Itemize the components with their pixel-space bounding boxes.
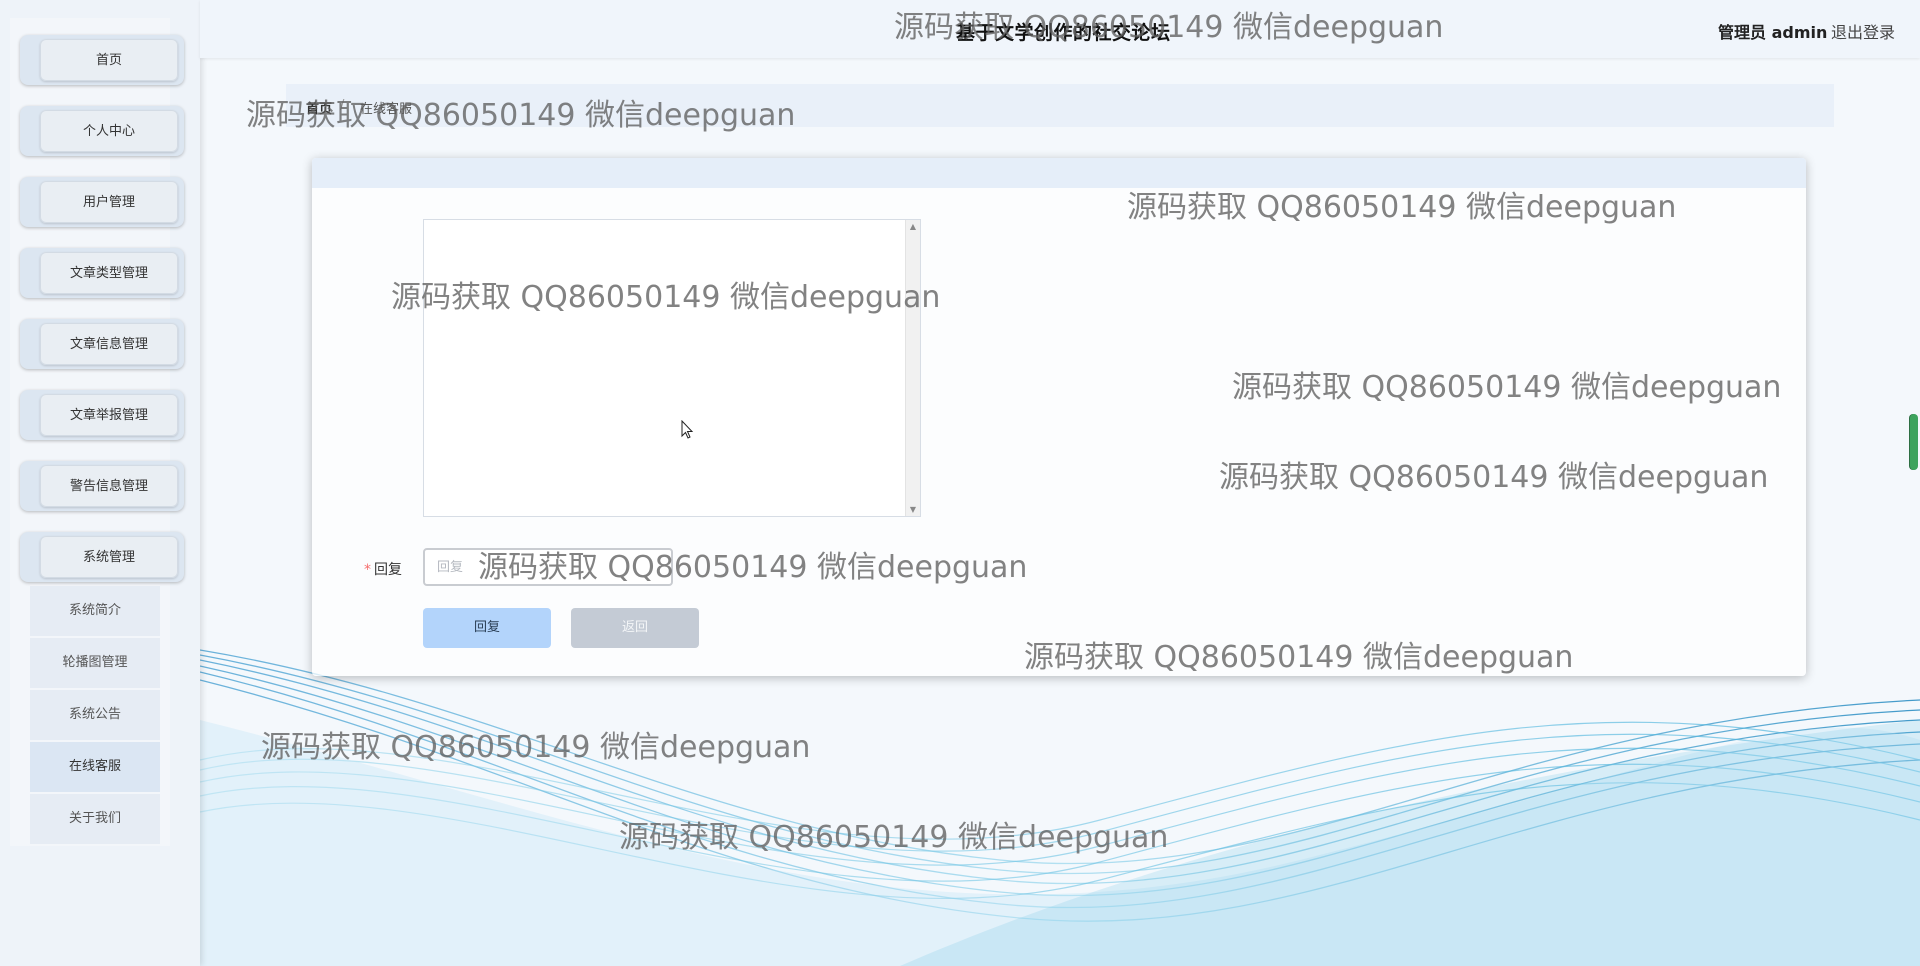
logout-link[interactable]: 退出登录	[1831, 19, 1895, 43]
sidebar-item-label: 文章举报管理	[40, 394, 178, 436]
sidebar-item-label: 文章信息管理	[40, 323, 178, 365]
submenu-item-carousel-management[interactable]: 轮播图管理	[30, 638, 160, 688]
reply-label-text: 回复	[374, 562, 402, 578]
sidebar-item-user-management[interactable]: 用户管理	[20, 177, 184, 227]
chat-scrollbar[interactable]: ▲ ▼	[905, 220, 920, 516]
sidebar-item-personal-center[interactable]: 个人中心	[20, 106, 184, 156]
back-button[interactable]: 返回	[571, 608, 699, 648]
reply-input[interactable]	[423, 548, 673, 586]
current-user-label: 管理员 admin	[1718, 23, 1828, 42]
scroll-down-arrow-icon[interactable]: ▼	[906, 505, 920, 514]
mouse-cursor-icon	[681, 420, 694, 439]
sidebar-item-label: 个人中心	[40, 110, 178, 152]
reply-field-label: * 回复	[364, 559, 402, 579]
breadcrumb-home[interactable]: 首页	[306, 98, 332, 117]
chat-history-box[interactable]: ▲ ▼	[423, 219, 921, 517]
submenu-item-about-us[interactable]: 关于我们	[30, 794, 160, 844]
sidebar-item-home[interactable]: 首页	[20, 35, 184, 85]
sidebar-item-label: 系统管理	[40, 536, 178, 578]
sidebar-item-label: 警告信息管理	[40, 465, 178, 507]
sidebar-item-label: 用户管理	[40, 181, 178, 223]
submenu-item-system-notice[interactable]: 系统公告	[30, 690, 160, 740]
chat-card: ▲ ▼ *回复 回复 返回	[312, 158, 1806, 676]
scroll-up-arrow-icon[interactable]: ▲	[906, 222, 920, 231]
sidebar-item-warning-info-management[interactable]: 警告信息管理	[20, 461, 184, 511]
submenu-item-online-service[interactable]: 在线客服	[30, 742, 160, 792]
top-header: 基于文学创作的社交论坛 管理员 admin 退出登录	[200, 0, 1920, 58]
required-mark: *	[364, 562, 371, 578]
reply-button[interactable]: 回复	[423, 608, 551, 648]
sidebar-item-article-report-management[interactable]: 文章举报管理	[20, 390, 184, 440]
sidebar: 首页 个人中心 用户管理 文章类型管理 文章信息管理 文章举报管理 警告信息管理…	[0, 0, 200, 966]
submenu-item-system-intro[interactable]: 系统简介	[30, 586, 160, 636]
system-submenu: 系统简介 轮播图管理 系统公告 在线客服 关于我们	[30, 586, 160, 846]
page-scrollbar-thumb[interactable]	[1910, 414, 1918, 470]
breadcrumb: 首页 / 在线客服	[286, 84, 1834, 127]
sidebar-item-system-management[interactable]: 系统管理	[20, 532, 184, 582]
sidebar-item-article-info-management[interactable]: 文章信息管理	[20, 319, 184, 369]
site-title: 基于文学创作的社交论坛	[956, 22, 1171, 44]
sidebar-item-label: 首页	[40, 39, 178, 81]
sidebar-item-article-type-management[interactable]: 文章类型管理	[20, 248, 184, 298]
breadcrumb-separator: /	[340, 98, 345, 113]
breadcrumb-current: 在线客服	[360, 102, 413, 117]
card-header	[312, 158, 1806, 188]
sidebar-item-label: 文章类型管理	[40, 252, 178, 294]
